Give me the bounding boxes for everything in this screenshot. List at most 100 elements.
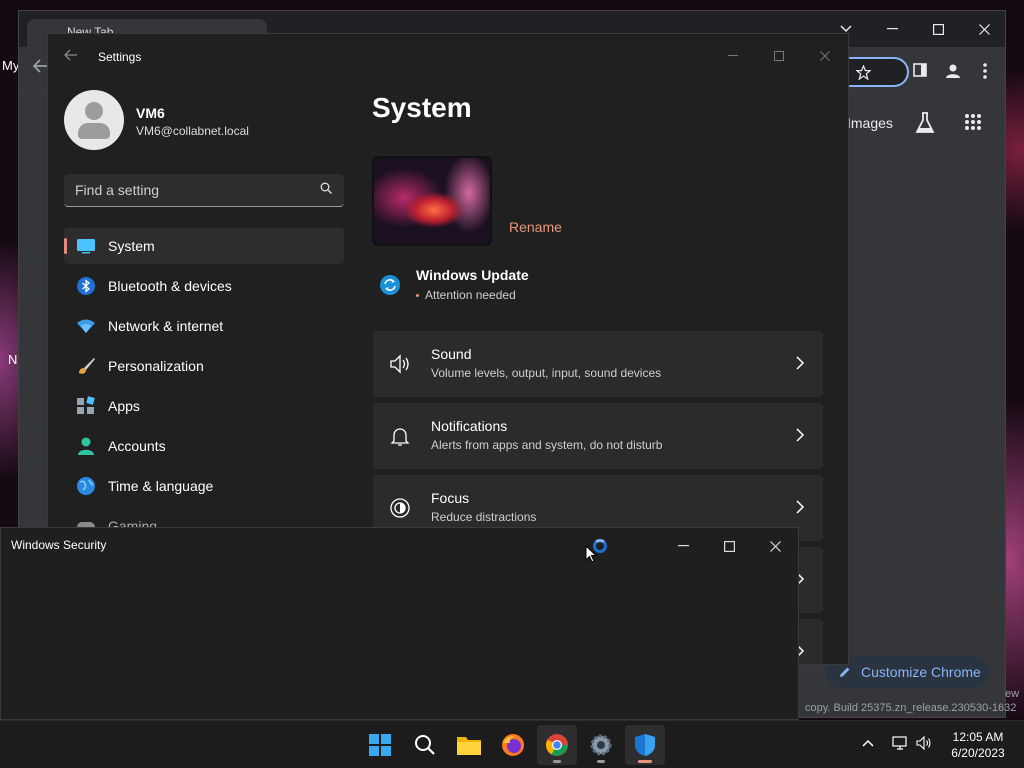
- chrome-menu-icon[interactable]: [973, 63, 997, 83]
- nav-item-label: Apps: [108, 398, 140, 414]
- chrome-maximize-button[interactable]: [915, 15, 961, 43]
- card-title: Sound: [431, 346, 472, 362]
- chevron-down-icon: [840, 25, 852, 33]
- side-panel-icon[interactable]: [908, 63, 932, 81]
- nav-item-time-language[interactable]: Time & language: [64, 468, 344, 504]
- brush-icon: [79, 358, 95, 374]
- taskbar-chrome[interactable]: [537, 725, 577, 765]
- settings-maximize-button[interactable]: [756, 40, 802, 72]
- show-hidden-icons-button[interactable]: [862, 735, 874, 750]
- settings-nav: System Bluetooth & devices Network & int…: [64, 228, 344, 548]
- evaluation-text: ew: [1005, 688, 1020, 700]
- customize-chrome-button[interactable]: Customize Chrome: [825, 656, 989, 688]
- nav-item-label: Accounts: [108, 438, 166, 454]
- chrome-minimize-button[interactable]: [869, 15, 915, 43]
- windows-update-status: Attention needed: [416, 288, 516, 302]
- running-indicator: [597, 760, 605, 763]
- clock-date: 6/20/2023: [951, 746, 1005, 760]
- avatar-body: [78, 123, 110, 139]
- focus-icon: [390, 498, 410, 518]
- card-subtitle: Alerts from apps and system, do not dist…: [431, 438, 663, 452]
- globe-icon: [77, 477, 95, 495]
- volume-tray-button[interactable]: [916, 735, 932, 753]
- close-icon: [978, 23, 990, 35]
- person-icon: [78, 437, 94, 455]
- settings-titlebar: Settings: [48, 34, 848, 82]
- card-sound[interactable]: Sound Volume levels, output, input, soun…: [373, 331, 823, 397]
- nav-item-label: Personalization: [108, 358, 204, 374]
- apps-icon: [77, 396, 95, 414]
- card-subtitle: Reduce distractions: [431, 510, 537, 524]
- running-indicator: [553, 760, 561, 763]
- settings-close-button[interactable]: [802, 40, 848, 72]
- nav-item-bluetooth[interactable]: Bluetooth & devices: [64, 268, 344, 304]
- windows-security-title: Windows Security: [11, 538, 107, 552]
- nav-item-system[interactable]: System: [64, 228, 344, 264]
- taskbar-search-button[interactable]: [405, 725, 445, 765]
- search-placeholder: Find a setting: [75, 182, 160, 198]
- settings-icon: [590, 734, 612, 756]
- google-apps-icon[interactable]: [961, 113, 985, 135]
- find-setting-input[interactable]: Find a setting: [64, 174, 344, 207]
- back-arrow-icon[interactable]: [64, 48, 78, 66]
- taskbar-firefox[interactable]: [493, 725, 533, 765]
- chrome-close-button[interactable]: [961, 15, 1007, 43]
- winsec-minimize-button[interactable]: [663, 532, 703, 560]
- taskbar-settings[interactable]: [581, 725, 621, 765]
- winsec-close-button[interactable]: [755, 532, 795, 560]
- rename-pc-link[interactable]: Rename: [509, 219, 562, 235]
- card-title: Notifications: [431, 418, 508, 434]
- desktop-text-fragment: My: [2, 58, 20, 73]
- start-icon: [369, 734, 391, 756]
- file-explorer-icon: [457, 737, 481, 755]
- taskbar-clock[interactable]: 12:05 AM 6/20/2023: [940, 729, 1016, 761]
- minimize-icon: [886, 28, 898, 30]
- chevron-right-icon: [796, 428, 805, 442]
- windows-security-window: Windows Security: [0, 527, 799, 720]
- windows-update-icon: [380, 275, 400, 295]
- nav-item-accounts[interactable]: Accounts: [64, 428, 344, 464]
- winsec-maximize-button[interactable]: [709, 532, 749, 560]
- build-watermark: copy. Build 25375.zn_release.230530-1632: [805, 702, 1017, 714]
- bookmark-star-icon[interactable]: [851, 64, 875, 84]
- mouse-cursor-icon: [585, 545, 597, 563]
- card-notifications[interactable]: Notifications Alerts from apps and syste…: [373, 403, 823, 469]
- bluetooth-icon: [77, 277, 95, 295]
- windows-update-title[interactable]: Windows Update: [416, 267, 529, 283]
- network-tray-button[interactable]: [892, 736, 908, 753]
- images-link[interactable]: Images: [847, 115, 893, 131]
- speaker-icon: [390, 354, 409, 374]
- settings-window-title: Settings: [98, 50, 142, 64]
- network-icon: [892, 736, 907, 750]
- start-button[interactable]: [360, 725, 400, 765]
- taskbar-file-explorer[interactable]: [449, 725, 489, 765]
- maximize-icon: [932, 23, 944, 35]
- minimize-icon: [728, 55, 738, 56]
- search-icon: [415, 735, 435, 755]
- nav-item-label: Network & internet: [108, 318, 224, 334]
- nav-item-network[interactable]: Network & internet: [64, 308, 344, 344]
- profile-icon[interactable]: [941, 63, 965, 83]
- nav-item-personalization[interactable]: Personalization: [64, 348, 344, 384]
- windows-security-icon: [635, 734, 655, 756]
- taskbar-windows-security[interactable]: [625, 725, 665, 765]
- running-indicator: [638, 760, 652, 763]
- customize-chrome-label: Customize Chrome: [861, 664, 981, 680]
- nav-item-label: Time & language: [108, 478, 214, 494]
- nav-item-apps[interactable]: Apps: [64, 388, 344, 424]
- labs-flask-icon[interactable]: [913, 112, 937, 138]
- system-icon: [77, 239, 95, 254]
- user-email: VM6@collabnet.local: [136, 124, 249, 138]
- close-icon: [769, 540, 781, 552]
- search-icon: [320, 182, 332, 194]
- settings-minimize-button[interactable]: [710, 40, 756, 72]
- chevron-right-icon: [796, 500, 805, 514]
- avatar[interactable]: [64, 90, 124, 150]
- status-dot: [416, 294, 419, 298]
- chrome-icon: [546, 734, 568, 756]
- card-subtitle: Volume levels, output, input, sound devi…: [431, 366, 662, 380]
- card-title: Focus: [431, 490, 470, 506]
- speaker-icon: [916, 735, 931, 751]
- wifi-icon: [77, 319, 95, 333]
- wallpaper-thumbnail[interactable]: [372, 156, 492, 246]
